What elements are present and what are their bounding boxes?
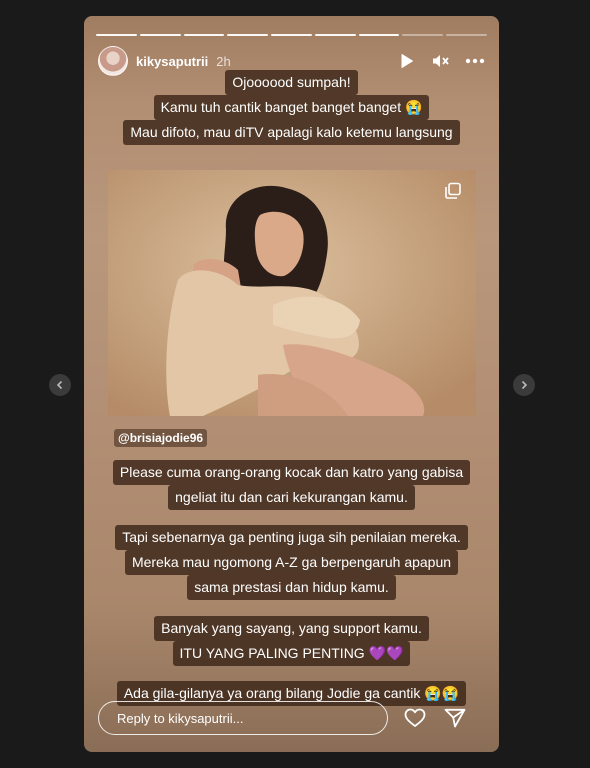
play-button[interactable] (397, 51, 417, 71)
send-button[interactable] (442, 705, 468, 731)
progress-segment (314, 34, 356, 36)
post-time: 2h (216, 53, 231, 69)
send-icon (444, 708, 466, 728)
story-progress-bar (96, 34, 488, 36)
caption-line: Please cuma orang-orang kocak dan katro … (112, 460, 471, 485)
previous-story-button[interactable] (49, 374, 71, 396)
progress-segment (139, 34, 181, 36)
caption-block-3: Banyak yang sayang, yang support kamu. I… (84, 616, 499, 666)
reply-bar: Reply to kikysaputrii... (98, 700, 485, 736)
progress-segment (183, 34, 225, 36)
progress-segment (96, 34, 137, 36)
caption-line: Tapi sebenarnya ga penting juga sih peni… (115, 525, 468, 550)
chevron-right-icon (521, 380, 528, 390)
heart-icon (404, 708, 426, 727)
caption-top: Ojoooood sumpah! Kamu tuh cantik banget … (84, 70, 499, 145)
caption-line: Mau difoto, mau diTV apalagi kalo ketemu… (123, 120, 460, 145)
more-options-button[interactable] (465, 51, 485, 71)
username[interactable]: kikysaputrii (136, 54, 208, 69)
like-button[interactable] (402, 705, 428, 731)
reply-input[interactable]: Reply to kikysaputrii... (98, 701, 388, 735)
shared-post-photo[interactable] (108, 170, 476, 416)
play-icon (401, 54, 413, 68)
caption-block-1: Please cuma orang-orang kocak dan katro … (84, 460, 499, 510)
caption-line: Mereka mau ngomong A-Z ga berpengaruh ap… (124, 550, 459, 575)
speaker-muted-icon (433, 55, 449, 67)
caption-line: Banyak yang sayang, yang support kamu. (154, 616, 429, 641)
progress-segment (446, 34, 488, 36)
next-story-button[interactable] (513, 374, 535, 396)
caption-line: Kamu tuh cantik banget banget banget 😭 (153, 95, 430, 120)
caption-line: Ojoooood sumpah! (225, 70, 358, 95)
story-viewer[interactable]: kikysaputrii 2h Ojoooood sumpah! Kamu tu… (84, 16, 499, 752)
mention-tag[interactable]: @brisiajodie96 (114, 429, 208, 447)
progress-segment (358, 34, 400, 36)
mute-button[interactable] (431, 51, 451, 71)
more-horizontal-icon (465, 58, 485, 64)
caption-line: ITU YANG PALING PENTING 💜💜 (172, 641, 411, 666)
progress-segment (271, 34, 312, 36)
caption-block-2: Tapi sebenarnya ga penting juga sih peni… (84, 525, 499, 600)
multiple-posts-icon (445, 182, 461, 199)
progress-segment (227, 34, 269, 36)
portrait-image (108, 170, 476, 416)
caption-line: ngeliat itu dan cari kekurangan kamu. (168, 485, 415, 510)
progress-segment (402, 34, 444, 36)
chevron-left-icon (56, 380, 63, 390)
caption-line: sama prestasi dan hidup kamu. (187, 575, 396, 600)
